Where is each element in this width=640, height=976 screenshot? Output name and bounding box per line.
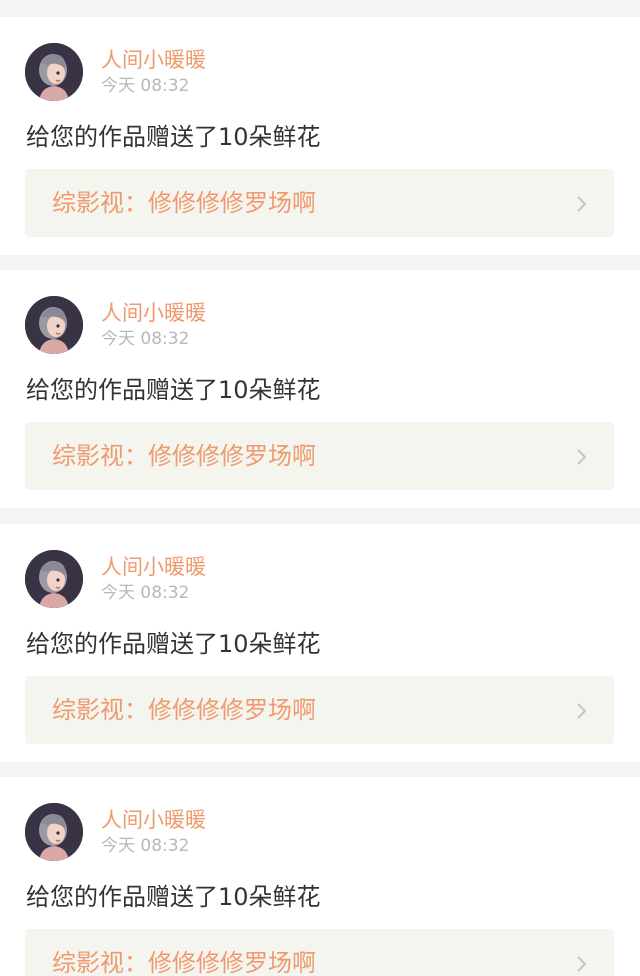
work-category-label: 综影视：: [52, 442, 148, 470]
timestamp: 今天 08:32: [101, 836, 190, 856]
username[interactable]: 人间小暖暖: [101, 300, 206, 326]
user-avatar[interactable]: [25, 803, 83, 861]
username[interactable]: 人间小暖暖: [101, 47, 206, 73]
work-link-text: 综影视：修修修修罗场啊: [52, 187, 316, 219]
gift-message: 给您的作品赠送了10朵鲜花: [26, 883, 321, 911]
work-link[interactable]: 综影视：修修修修罗场啊: [25, 422, 614, 490]
notification-card: 人间小暖暖 今天 08:32 给您的作品赠送了10朵鲜花 综影视：修修修修罗场啊: [0, 524, 640, 762]
work-link[interactable]: 综影视：修修修修罗场啊: [25, 929, 614, 976]
gift-message: 给您的作品赠送了10朵鲜花: [26, 630, 321, 658]
chevron-right-icon: [577, 196, 587, 212]
work-category-label: 综影视：: [52, 949, 148, 976]
work-link-text: 综影视：修修修修罗场啊: [52, 440, 316, 472]
gift-message: 给您的作品赠送了10朵鲜花: [26, 376, 321, 404]
work-title: 修修修修罗场啊: [148, 189, 316, 217]
work-category-label: 综影视：: [52, 189, 148, 217]
user-avatar[interactable]: [25, 296, 83, 354]
work-link-text: 综影视：修修修修罗场啊: [52, 694, 316, 726]
user-avatar[interactable]: [25, 43, 83, 101]
work-link[interactable]: 综影视：修修修修罗场啊: [25, 676, 614, 744]
notification-card: 人间小暖暖 今天 08:32 给您的作品赠送了10朵鲜花 综影视：修修修修罗场啊: [0, 17, 640, 255]
work-link[interactable]: 综影视：修修修修罗场啊: [25, 169, 614, 237]
gift-notification-feed: 人间小暖暖 今天 08:32 给您的作品赠送了10朵鲜花 综影视：修修修修罗场啊…: [0, 0, 640, 976]
timestamp: 今天 08:32: [101, 329, 190, 349]
girl-avatar-icon: [25, 803, 83, 861]
user-avatar[interactable]: [25, 550, 83, 608]
work-title: 修修修修罗场啊: [148, 442, 316, 470]
chevron-right-icon: [577, 703, 587, 719]
username[interactable]: 人间小暖暖: [101, 807, 206, 833]
timestamp: 今天 08:32: [101, 583, 190, 603]
timestamp: 今天 08:32: [101, 76, 190, 96]
work-link-text: 综影视：修修修修罗场啊: [52, 947, 316, 976]
chevron-right-icon: [577, 956, 587, 972]
girl-avatar-icon: [25, 43, 83, 101]
work-title: 修修修修罗场啊: [148, 949, 316, 976]
girl-avatar-icon: [25, 296, 83, 354]
work-title: 修修修修罗场啊: [148, 696, 316, 724]
gift-message: 给您的作品赠送了10朵鲜花: [26, 123, 321, 151]
notification-card: 人间小暖暖 今天 08:32 给您的作品赠送了10朵鲜花 综影视：修修修修罗场啊: [0, 270, 640, 508]
notification-card: 人间小暖暖 今天 08:32 给您的作品赠送了10朵鲜花 综影视：修修修修罗场啊: [0, 777, 640, 976]
work-category-label: 综影视：: [52, 696, 148, 724]
chevron-right-icon: [577, 449, 587, 465]
girl-avatar-icon: [25, 550, 83, 608]
username[interactable]: 人间小暖暖: [101, 554, 206, 580]
